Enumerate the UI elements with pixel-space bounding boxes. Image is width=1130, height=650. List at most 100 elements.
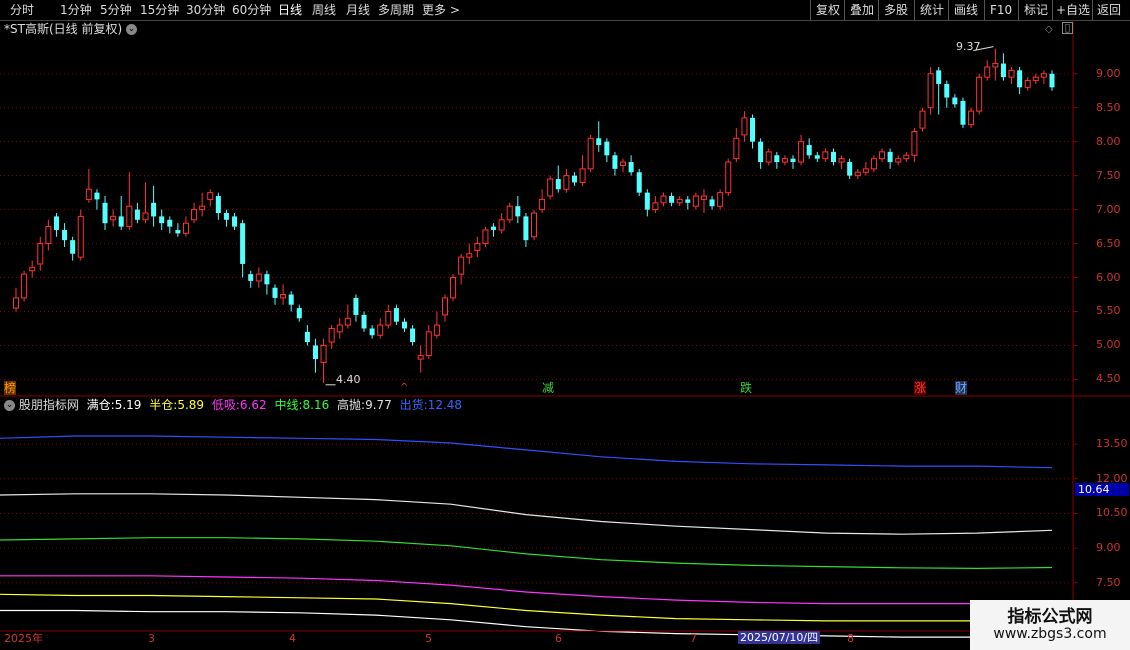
chevron-down-icon[interactable]: ⌄ [125, 24, 137, 35]
candle-body-up [191, 209, 198, 221]
indicator-item-exit-label: 出货: [399, 398, 428, 412]
period-more[interactable]: 更多 > [422, 2, 460, 18]
candle-body-down [515, 206, 521, 217]
candle-body-up [450, 277, 457, 299]
candle-body-up [110, 215, 117, 221]
candle-body-up [854, 171, 861, 177]
multi-stock-button[interactable]: 多股 [884, 2, 908, 18]
diamond-icon[interactable]: ◇ [1045, 23, 1053, 36]
indicator-item-high-value: 9.77 [365, 398, 392, 412]
candle-body-down [750, 117, 756, 142]
f10-button[interactable]: F10 [990, 2, 1012, 18]
candle-body-up [207, 192, 214, 200]
period-daily[interactable]: 日线 [278, 2, 302, 18]
candle-body-up [620, 161, 627, 166]
candle-body-down [1000, 63, 1006, 78]
toolbar-separator [914, 0, 915, 20]
candle-body-down [401, 321, 408, 329]
candle-body-down [604, 141, 610, 156]
candle-body-down [102, 202, 108, 224]
mark-button[interactable]: 标记 [1024, 2, 1048, 18]
price-tick-label: 8.50 [1096, 100, 1121, 114]
candle-body-up [417, 355, 424, 360]
candle-body-up [530, 212, 538, 238]
candle-body-down [53, 216, 59, 230]
candle-body-down [758, 141, 764, 163]
indicator-tick-label: 7.50 [1096, 575, 1121, 589]
draw-line-button[interactable]: 画线 [954, 2, 978, 18]
candle-body-down [223, 213, 229, 220]
chart-canvas[interactable] [0, 21, 1130, 650]
indicator-title[interactable]: ⌄ 股朋指标网 满仓:5.19 半仓:5.89 低吸:6.62 中线:8.16 … [4, 398, 462, 412]
candle-body-up [1032, 76, 1039, 82]
toolbar-separator [948, 0, 949, 20]
candle-body-down [296, 308, 302, 319]
period-monthly[interactable]: 月线 [346, 2, 370, 18]
candle-body-up [652, 202, 659, 211]
candle-body-up [700, 195, 707, 200]
period-15min[interactable]: 15分钟 [140, 2, 179, 18]
statistics-button[interactable]: 统计 [920, 2, 944, 18]
period-1min[interactable]: 1分钟 [60, 2, 92, 18]
candle-body-down [887, 151, 893, 163]
candle-body-down [491, 226, 497, 230]
candle-body-up [433, 324, 440, 336]
candle-body-down [232, 216, 238, 227]
candle-body-down [240, 223, 246, 264]
candle-body-up [879, 151, 886, 160]
period-weekly[interactable]: 周线 [312, 2, 336, 18]
overlay-button[interactable]: 叠加 [850, 2, 874, 18]
period-30min[interactable]: 30分钟 [186, 2, 225, 18]
period-5min[interactable]: 5分钟 [100, 2, 132, 18]
candle-body-down [410, 328, 416, 343]
candle-body-up [822, 151, 829, 160]
candle-body-up [968, 110, 975, 126]
candle-body-down [952, 97, 958, 105]
add-favorite-button[interactable]: +自选 [1056, 2, 1090, 18]
candle-body-down [1049, 73, 1055, 88]
candle-body-up [85, 188, 92, 200]
candle-body-down [312, 345, 318, 360]
signal-up-arrow: ^ [400, 382, 409, 393]
candle-body-up [255, 273, 262, 282]
price-tick-label: 6.50 [1096, 236, 1121, 250]
period-60min[interactable]: 60分钟 [232, 2, 271, 18]
candle-body-up [992, 63, 999, 68]
candle-body-up [506, 205, 513, 221]
indicator-tick-label: 13.50 [1096, 437, 1128, 451]
candle-body-down [571, 175, 577, 183]
chevron-down-icon[interactable]: ⌄ [4, 400, 15, 411]
candle-body-down [669, 196, 675, 203]
grid-lines [0, 73, 1072, 584]
candle-body-up [1024, 80, 1031, 88]
back-button[interactable]: 返回 [1097, 2, 1121, 18]
candle-body-down [596, 138, 602, 146]
candle-body-down [830, 151, 836, 163]
candle-body-down [369, 328, 375, 336]
period-multi[interactable]: 多周期 [378, 2, 414, 18]
candle-body-up [328, 327, 335, 343]
candle-body-down [288, 294, 294, 305]
candle-body-up [12, 297, 20, 309]
candle-body-up [976, 76, 983, 112]
price-tick-label: 4.50 [1096, 372, 1121, 386]
candle-body-down [215, 196, 221, 213]
candle-body-up [903, 154, 910, 160]
toolbar-separator [1092, 0, 1093, 20]
price-tick-label: 9.00 [1096, 66, 1121, 80]
candle-body-down [555, 179, 561, 190]
candle-body-down [814, 155, 820, 159]
candle-body-up [21, 273, 28, 299]
candle-body-up [29, 266, 36, 272]
watermark-title: 指标公式网 [1007, 607, 1093, 627]
stock-title[interactable]: *ST高斯(日线 前复权) ⌄ [4, 22, 137, 36]
signal-rank: 榜 [4, 381, 17, 395]
candle-body-down [644, 192, 650, 210]
candle-body-down [70, 240, 76, 254]
indicator-item-half-value: 5.89 [177, 398, 205, 412]
period-intraday[interactable]: 分时 [10, 2, 34, 18]
candle-body-up [660, 195, 667, 204]
restore-rights-button[interactable]: 复权 [816, 2, 840, 18]
candle-body-up [676, 198, 683, 204]
panel-toggle-icon[interactable]: ▯ [1062, 22, 1073, 34]
